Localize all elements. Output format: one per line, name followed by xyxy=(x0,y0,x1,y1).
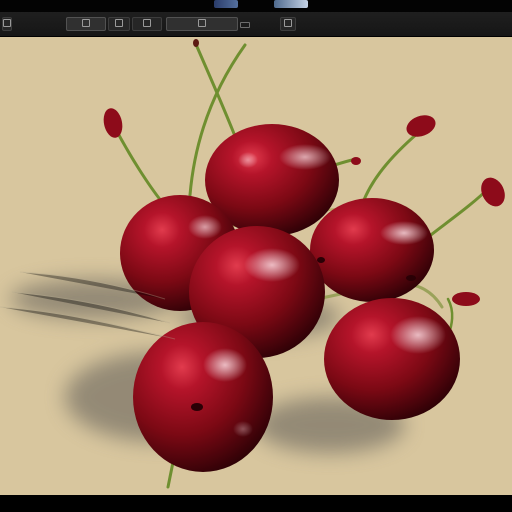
tool-5[interactable] xyxy=(166,17,238,31)
cherries-illustration xyxy=(0,39,505,489)
bottom-bar xyxy=(0,495,512,512)
settings-icon xyxy=(284,19,292,27)
tool-2[interactable] xyxy=(66,17,106,31)
mode-toggle[interactable] xyxy=(240,22,250,28)
cherry-lower-right xyxy=(324,298,460,420)
layer-icon xyxy=(3,19,11,27)
brush-icon xyxy=(82,19,90,27)
tool-6[interactable] xyxy=(280,17,296,31)
editor-toolbar xyxy=(0,12,512,37)
eraser-icon xyxy=(115,19,123,27)
cherry-front-left xyxy=(133,322,273,472)
tool-3[interactable] xyxy=(108,17,130,31)
color-icon xyxy=(198,19,206,27)
select-icon xyxy=(143,19,151,27)
app-window xyxy=(0,0,512,512)
top-strip xyxy=(0,0,512,12)
tool-1[interactable] xyxy=(2,17,12,31)
cherry-right xyxy=(310,198,434,302)
thumbnail-1[interactable] xyxy=(214,0,238,8)
drawing-canvas[interactable] xyxy=(0,37,512,495)
thumbnail-2[interactable] xyxy=(274,0,308,8)
tool-4[interactable] xyxy=(132,17,162,31)
